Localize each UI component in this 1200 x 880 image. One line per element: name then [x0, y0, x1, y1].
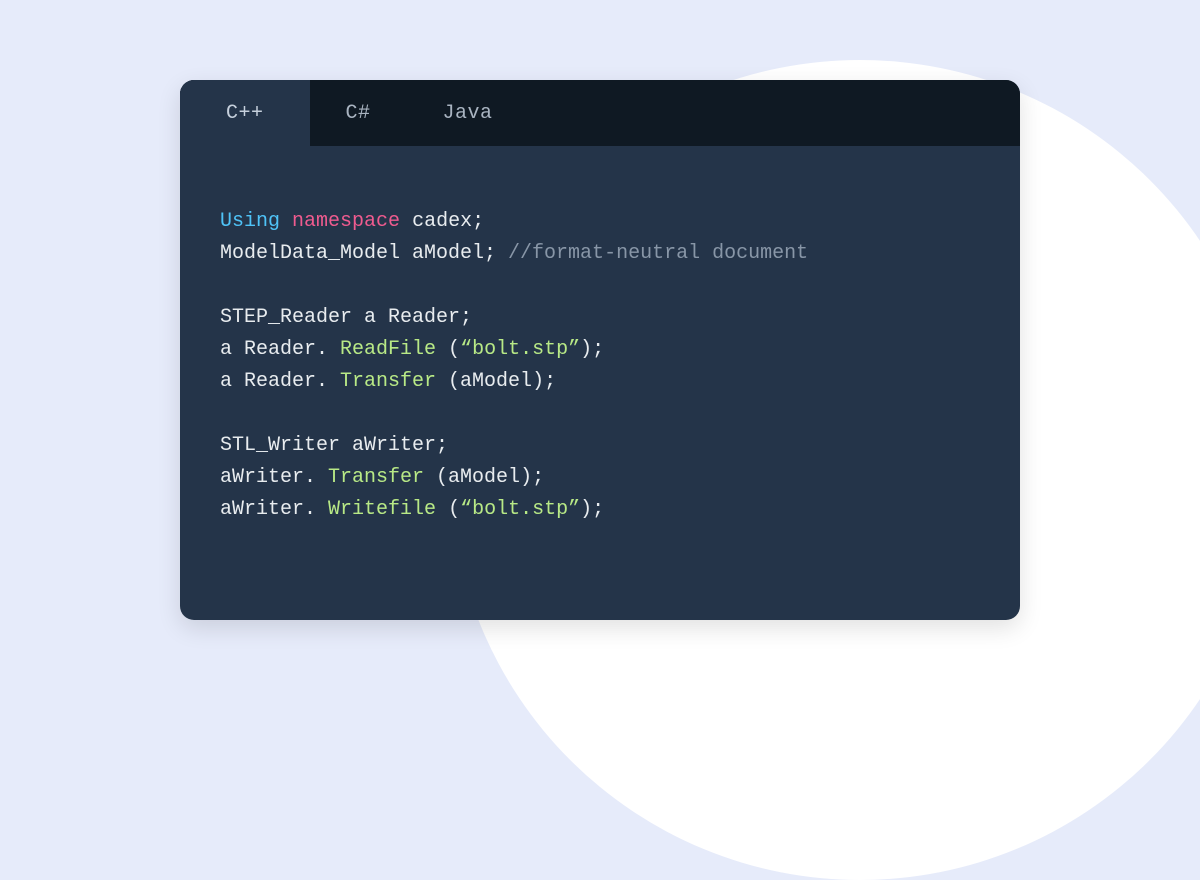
- code-editor: C++ C# Java Using namespace cadex; Model…: [180, 80, 1020, 620]
- code-method: ReadFile: [340, 338, 436, 361]
- code-text: STEP_Reader a Reader;: [220, 306, 472, 329]
- code-text: a Reader.: [220, 370, 340, 393]
- code-text: (aModel);: [436, 370, 556, 393]
- code-text: aWriter.: [220, 466, 328, 489]
- code-text: );: [580, 338, 604, 361]
- tab-csharp[interactable]: C#: [310, 80, 407, 146]
- code-comment: //format-neutral document: [508, 242, 808, 265]
- code-text: aWriter.: [220, 498, 328, 521]
- tab-cpp[interactable]: C++: [180, 80, 310, 146]
- code-text: (: [436, 498, 460, 521]
- code-text: ModelData_Model aModel;: [220, 242, 508, 265]
- tab-bar: C++ C# Java: [180, 80, 1020, 146]
- code-text: );: [580, 498, 604, 521]
- code-method: Transfer: [340, 370, 436, 393]
- keyword-using: Using: [220, 210, 280, 233]
- code-text: (aModel);: [424, 466, 544, 489]
- keyword-namespace: namespace: [292, 210, 400, 233]
- code-method: Writefile: [328, 498, 436, 521]
- code-string: “bolt.stp”: [460, 338, 580, 361]
- code-string: “bolt.stp”: [460, 498, 580, 521]
- code-text: (: [436, 338, 460, 361]
- code-method: Transfer: [328, 466, 424, 489]
- code-content: Using namespace cadex; ModelData_Model a…: [180, 146, 1020, 566]
- tab-java[interactable]: Java: [407, 80, 529, 146]
- code-text: cadex;: [400, 210, 484, 233]
- code-text: a Reader.: [220, 338, 340, 361]
- code-text: STL_Writer aWriter;: [220, 434, 448, 457]
